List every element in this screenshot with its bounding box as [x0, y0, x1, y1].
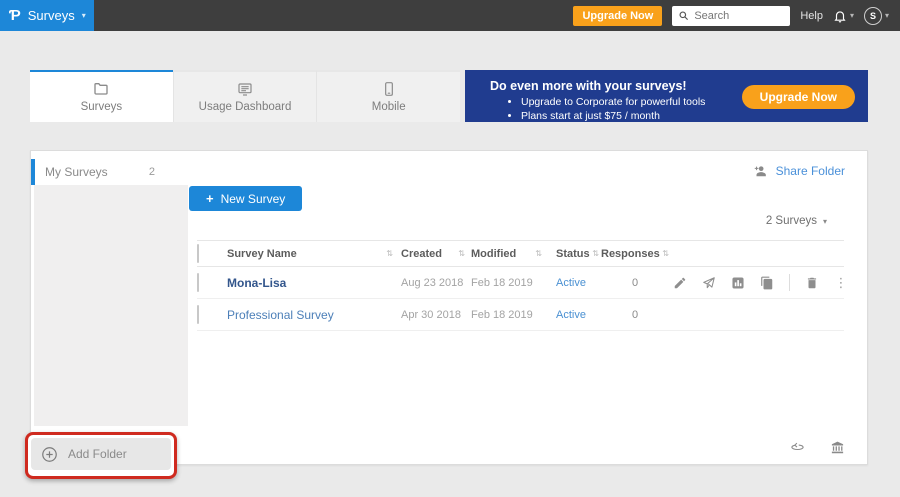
panel-footer-actions [790, 440, 845, 455]
add-folder-label: Add Folder [68, 447, 127, 461]
responses-count: 0 [601, 309, 669, 321]
table-header-row: Survey Name ⇅ Created ⇅ Modified ⇅ Statu… [197, 240, 844, 267]
dashboard-icon [237, 81, 253, 97]
tab-label: Usage Dashboard [199, 101, 292, 113]
search-icon [678, 10, 689, 21]
status-badge[interactable]: Active [556, 309, 586, 321]
actions-divider [789, 274, 790, 291]
responses-count: 0 [601, 277, 669, 289]
send-icon[interactable] [702, 276, 716, 290]
search-input[interactable] [694, 10, 784, 22]
promo-banner: Do even more with your surveys! Upgrade … [465, 70, 868, 122]
banner-bullet: Plans start at just $75 / month [521, 110, 856, 124]
survey-count-dropdown[interactable]: 2 Surveys ▾ [766, 215, 827, 227]
new-survey-button[interactable]: + New Survey [189, 186, 302, 211]
more-options-icon[interactable]: ⋮ [834, 276, 848, 290]
created-date: Aug 23 2018 [401, 277, 463, 289]
modified-date: Feb 18 2019 [471, 277, 533, 289]
folder-item-my-surveys[interactable]: My Surveys 2 [31, 159, 188, 185]
topbar-actions: Upgrade Now Help ▾ S ▾ [573, 6, 900, 26]
chevron-down-icon: ▾ [823, 217, 827, 226]
sort-icon[interactable]: ⇅ [535, 249, 542, 258]
banner-upgrade-button[interactable]: Upgrade Now [742, 85, 855, 109]
sort-icon[interactable]: ⇅ [592, 249, 599, 258]
folder-count-badge: 2 [149, 166, 155, 178]
table-row: Mona-Lisa Aug 23 2018 Feb 18 2019 Active… [197, 267, 844, 299]
sort-icon[interactable]: ⇅ [386, 249, 393, 258]
section-tabs: Surveys Usage Dashboard Mobile [30, 70, 460, 122]
bell-icon [833, 9, 847, 23]
sort-icon[interactable]: ⇅ [662, 249, 669, 258]
survey-name-link[interactable]: Professional Survey [227, 308, 334, 322]
delete-icon[interactable] [805, 276, 819, 290]
person-plus-icon [752, 164, 768, 178]
panel-content: Share Folder + New Survey 2 Surveys ▾ Su… [188, 151, 867, 464]
chevron-down-icon: ▾ [82, 11, 86, 20]
restore-icon[interactable] [790, 440, 805, 455]
column-header-name: Survey Name [227, 248, 297, 260]
created-date: Apr 30 2018 [401, 309, 461, 321]
folder-label: My Surveys [45, 165, 108, 179]
row-actions: ⋮ [673, 274, 856, 291]
tab-mobile[interactable]: Mobile [316, 70, 460, 122]
product-menu-label: Surveys [28, 8, 75, 23]
annotation-highlight: Add Folder [25, 432, 177, 479]
report-icon[interactable] [731, 276, 745, 290]
product-menu[interactable]: Ƥ Surveys ▾ [0, 0, 94, 31]
tab-label: Surveys [81, 101, 123, 113]
top-bar: Ƥ Surveys ▾ Upgrade Now Help ▾ S ▾ [0, 0, 900, 31]
tab-surveys[interactable]: Surveys [30, 70, 173, 122]
chevron-down-icon: ▾ [850, 11, 854, 20]
folder-list-area [34, 185, 188, 426]
edit-icon[interactable] [673, 276, 687, 290]
tab-label: Mobile [372, 101, 406, 113]
column-header-created: Created [401, 248, 442, 260]
modified-date: Feb 18 2019 [471, 309, 533, 321]
select-all-checkbox[interactable] [197, 244, 199, 263]
table-row: Professional Survey Apr 30 2018 Feb 18 2… [197, 299, 844, 331]
upgrade-now-button[interactable]: Upgrade Now [573, 6, 662, 26]
mobile-icon [381, 81, 397, 97]
add-folder-button[interactable]: Add Folder [31, 438, 171, 470]
chevron-down-icon: ▾ [885, 11, 889, 20]
copy-icon[interactable] [760, 276, 774, 290]
share-folder-label: Share Folder [776, 164, 845, 178]
app-window: Ƥ Surveys ▾ Upgrade Now Help ▾ S ▾ Surve [0, 0, 900, 497]
column-header-modified: Modified [471, 248, 516, 260]
tab-usage-dashboard[interactable]: Usage Dashboard [173, 70, 317, 122]
folder-icon [93, 81, 109, 97]
row-checkbox[interactable] [197, 273, 199, 292]
survey-count-label: 2 Surveys [766, 215, 817, 227]
account-menu[interactable]: S ▾ [864, 7, 889, 25]
plus-circle-icon [41, 446, 58, 463]
share-folder-link[interactable]: Share Folder [752, 164, 845, 178]
column-header-status: Status [556, 248, 590, 260]
brand-logo-icon: Ƥ [9, 8, 21, 23]
column-header-responses: Responses [601, 248, 660, 260]
archive-bank-icon[interactable] [830, 440, 845, 455]
status-badge[interactable]: Active [556, 277, 586, 289]
avatar: S [864, 7, 882, 25]
survey-name-link[interactable]: Mona-Lisa [227, 276, 286, 290]
notifications-button[interactable]: ▾ [833, 9, 854, 23]
plus-icon: + [206, 191, 214, 206]
surveys-table: Survey Name ⇅ Created ⇅ Modified ⇅ Statu… [197, 240, 844, 331]
help-link[interactable]: Help [800, 10, 823, 22]
new-survey-label: New Survey [221, 192, 286, 206]
sort-icon[interactable]: ⇅ [458, 249, 465, 258]
surveys-panel: My Surveys 2 Add Folder Share Folder + N… [30, 150, 868, 465]
search-box[interactable] [672, 6, 790, 26]
row-checkbox[interactable] [197, 305, 199, 324]
